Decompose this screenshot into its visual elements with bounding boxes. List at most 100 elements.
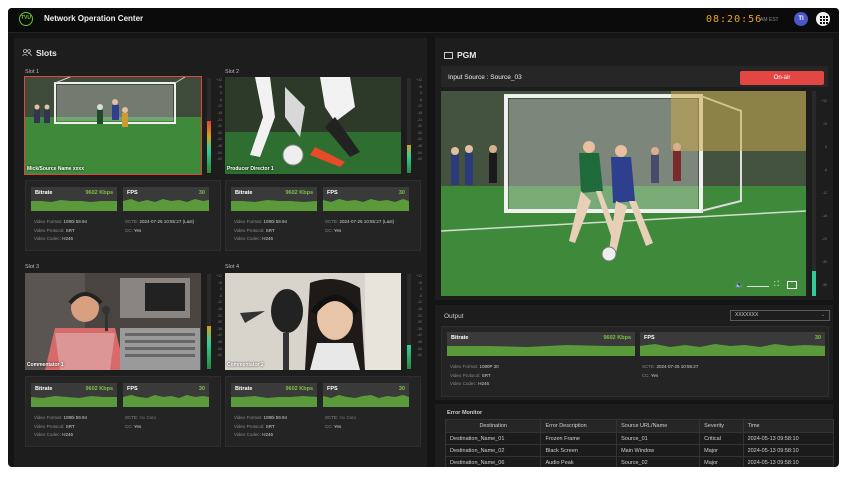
- vu-tick-label: -30: [821, 260, 827, 264]
- clock: 08:20:56: [706, 14, 763, 25]
- table-row[interactable]: Destination_Name_02 Black Screen Main Wi…: [444, 444, 835, 457]
- vu-tick-label: -12: [216, 300, 222, 305]
- slot-1-vu-meter: [207, 78, 211, 173]
- vu-tick-label: -54: [416, 150, 422, 155]
- vu-tick-label: -42: [416, 333, 422, 338]
- vu-tick-label: -48: [416, 143, 422, 148]
- vu-tick-label: +12: [216, 78, 222, 82]
- vu-tick-label: -54: [216, 150, 222, 155]
- vu-tick-label: -24: [416, 117, 422, 122]
- commentator-studio-image: [25, 273, 201, 370]
- vu-tick-label: +6: [418, 84, 422, 89]
- col-severity[interactable]: Severity: [699, 419, 744, 433]
- vu-tick-label: -12: [416, 104, 422, 109]
- app-title: Network Operation Center: [44, 14, 144, 23]
- vu-tick-label: -18: [216, 110, 222, 115]
- slot-1-fps-graph: FPS 30: [123, 187, 209, 211]
- vu-tick-label: +12: [216, 274, 222, 278]
- slot-4-fps-graph: FPS 30: [323, 383, 409, 407]
- vu-tick-label: -12: [821, 191, 827, 195]
- cell-source: Source_02: [616, 456, 701, 467]
- picture-in-picture-icon[interactable]: [787, 281, 797, 289]
- clock-zone: AM EST: [760, 17, 779, 23]
- table-row[interactable]: Destination_Name_06 Audio Peak Source_02…: [444, 456, 835, 467]
- cell-destination: Destination_Name_06: [444, 456, 542, 467]
- soccer-closeup-image: [225, 77, 401, 174]
- cell-time: 2024-05-13 09:58:10: [742, 456, 835, 467]
- vu-tick-label: -6: [218, 97, 222, 102]
- vu-tick-label: -24: [821, 237, 827, 241]
- slot-4-thumbnail[interactable]: Commentator 2: [225, 273, 401, 370]
- output-info-left: Video Format: 1080P 30 Video Protocol: S…: [450, 364, 499, 386]
- vu-tick-label: -60: [216, 353, 222, 358]
- vu-tick-label: -24: [416, 313, 422, 318]
- people-icon: [22, 49, 32, 56]
- slot-1-info-right: SCTE: 2024-07-25 10:55:27 (Last) CC: Yes: [125, 219, 195, 233]
- pgm-video-player[interactable]: 🔈 ⛶: [441, 91, 806, 296]
- monitor-icon: [444, 52, 453, 59]
- col-destination[interactable]: Destination: [444, 419, 542, 433]
- vu-tick-label: 0: [220, 91, 222, 96]
- on-air-button[interactable]: On-air: [740, 71, 824, 85]
- vu-tick-label: -42: [216, 137, 222, 142]
- vu-tick-label: -18: [216, 306, 222, 311]
- volume-slider[interactable]: [747, 286, 769, 287]
- slot-4-info-right: SCTE: No Data CC: Yes: [325, 415, 357, 429]
- output-stats: Bitrate 9602 Kbps FPS 30 Video Format: 108…: [441, 326, 829, 397]
- col-source[interactable]: Source URL/Name: [616, 419, 701, 433]
- pgm-soccer-scene-image: [441, 91, 806, 296]
- vu-tick-label: -18: [821, 214, 827, 218]
- vu-tick-label: -42: [416, 137, 422, 142]
- slot-3-label: Slot 3: [25, 264, 40, 270]
- cell-destination: Destination_Name_02: [444, 444, 542, 457]
- error-monitor-panel: Error Monitor Destination Error Descript…: [435, 404, 835, 467]
- output-info-right: SCTE: 2024-07-25 10:55:27 CC: Yes: [642, 364, 699, 378]
- user-avatar[interactable]: TI: [794, 12, 808, 26]
- chevron-down-icon: ⌄: [820, 312, 825, 318]
- slot-3-vu-meter: [207, 274, 211, 369]
- vu-tick-label: -36: [416, 326, 422, 331]
- vu-tick-label: -18: [416, 306, 422, 311]
- cell-severity: Major: [699, 444, 744, 457]
- pgm-title: PGM: [457, 50, 477, 60]
- vu-tick-label: -30: [416, 320, 422, 325]
- output-fps-graph: FPS 30: [640, 332, 825, 356]
- col-time[interactable]: Time: [742, 419, 835, 433]
- cell-error: Frozen Frame: [540, 432, 618, 445]
- cell-severity: Critical: [699, 432, 744, 445]
- slot-1-label: Slot 1: [25, 69, 40, 75]
- slot-2-label: Slot 2: [225, 69, 240, 75]
- pgm-vu-meter: [812, 91, 816, 296]
- slot-2-vu-meter: [407, 78, 411, 173]
- table-row[interactable]: Destination_Name_01 Frozen Frame Source_…: [444, 432, 835, 445]
- cell-source: Source_01: [616, 432, 701, 445]
- slot-2-bitrate-graph: Bitrate 9602 Kbps: [231, 187, 317, 211]
- vu-tick-label: -42: [216, 333, 222, 338]
- vu-tick-label: +12: [416, 274, 422, 278]
- top-bar: TVU Network Operation Center 08:20:56 AM…: [8, 8, 839, 33]
- vu-tick-label: -6: [823, 168, 827, 172]
- slot-3-info-left: Video Format: 1080i 59.94 Video Protocol…: [34, 415, 87, 437]
- apps-grid-icon[interactable]: [816, 12, 830, 26]
- slot-4-vu-meter: [407, 274, 411, 369]
- output-select[interactable]: XXXXXXX ⌄: [730, 310, 830, 321]
- slot-2-caption: Producer Director 1: [227, 166, 274, 172]
- vu-tick-label: -36: [821, 283, 827, 287]
- slot-4-info-left: Video Format: 1080i 59.94 Video Protocol…: [234, 415, 287, 437]
- vu-tick-label: 0: [220, 287, 222, 292]
- cell-error: Black Screen: [540, 444, 618, 457]
- slot-2-vu-scale: +12 +6 0 -6 -12 -18 -24 -30 -36 -42 -48 -54 -60: [414, 77, 422, 163]
- slot-1-thumbnail[interactable]: Mick/Source Name xxxx: [24, 76, 202, 175]
- vu-tick-label: -60: [216, 157, 222, 162]
- slot-2-thumbnail[interactable]: Producer Director 1: [225, 77, 401, 174]
- soccer-scene-image: [25, 77, 201, 174]
- vu-tick-label: -48: [416, 339, 422, 344]
- vu-tick-label: -54: [416, 346, 422, 351]
- vu-tick-label: +6: [218, 84, 222, 89]
- fullscreen-icon[interactable]: ⛶: [774, 281, 779, 289]
- slot-1-bitrate-graph: Bitrate 9602 Kbps: [31, 187, 117, 211]
- volume-icon[interactable]: 🔈: [735, 281, 744, 289]
- slot-3-thumbnail[interactable]: Commentator 1: [25, 273, 201, 370]
- vu-tick-label: -24: [216, 313, 222, 318]
- col-error-description[interactable]: Error Description: [540, 419, 618, 433]
